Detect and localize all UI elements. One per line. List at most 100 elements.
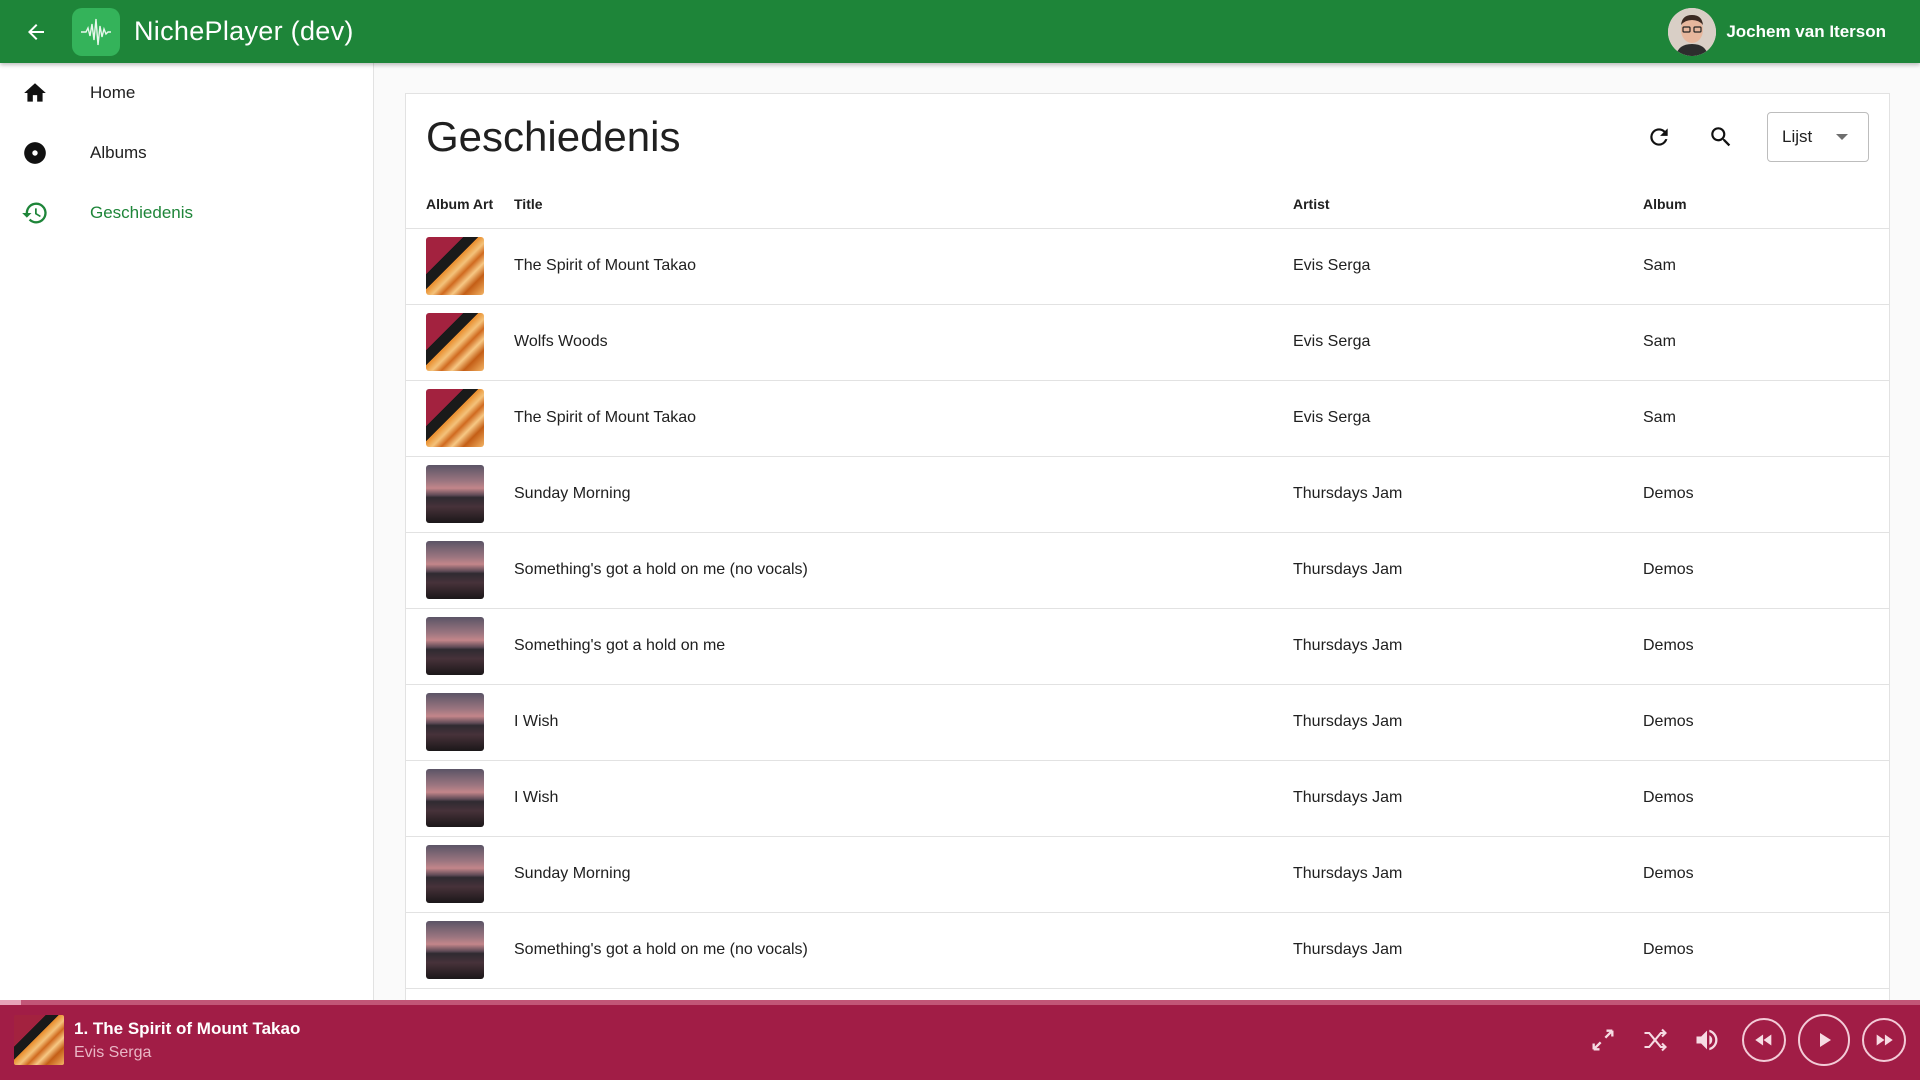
back-button[interactable] — [12, 8, 60, 56]
title-cell: I Wish — [514, 760, 1293, 837]
album-art-cell — [406, 380, 514, 457]
album-cell: Demos — [1643, 684, 1889, 761]
user-menu[interactable]: Jochem van Iterson — [1668, 7, 1886, 56]
avatar — [1668, 7, 1717, 56]
title-cell: Something's got a hold on me (no vocals) — [514, 532, 1293, 609]
app-logo — [72, 7, 120, 56]
artist-cell: Thursdays Jam — [1293, 608, 1643, 685]
play-icon — [1820, 1033, 1831, 1047]
album-cell: Sam — [1643, 304, 1889, 381]
search-button[interactable] — [1697, 113, 1745, 161]
title-cell: Something's got a hold on me (no vocals) — [514, 912, 1293, 989]
album-cell: Demos — [1643, 608, 1889, 685]
expand-icon — [1592, 1029, 1614, 1051]
album-art-thumbnail — [426, 769, 484, 827]
title-cell: I Wish — [514, 684, 1293, 761]
title-cell: Sunday Morning — [514, 456, 1293, 533]
refresh-icon — [1650, 128, 1668, 146]
album-art-cell — [406, 912, 514, 989]
volume-button[interactable] — [1684, 1017, 1730, 1063]
table-row[interactable]: I Wish Thursdays Jam Demos — [406, 684, 1889, 761]
app-title: NichePlayer (dev) — [134, 16, 354, 46]
app-bar: NichePlayer (dev) Jochem van Iterson — [0, 0, 1920, 63]
table-row[interactable]: The Spirit of Mount Takao Evis Serga Sam — [406, 228, 1889, 305]
table-row[interactable]: Something's got a hold on me (no vocals)… — [406, 532, 1889, 609]
album-art-cell — [406, 228, 514, 305]
history-card: Geschiedenis Lijst Album Art Title Artis… — [405, 93, 1890, 1003]
album-art-thumbnail — [426, 693, 484, 751]
album-cell: Sam — [1643, 228, 1889, 305]
table-row[interactable]: Sunday Morning Thursdays Jam Demos — [406, 836, 1889, 913]
album-art-thumbnail — [426, 541, 484, 599]
album-art-thumbnail — [426, 313, 484, 371]
album-art-cell — [406, 304, 514, 381]
album-art-cell — [406, 608, 514, 685]
sidebar-item-geschiedenis[interactable]: Geschiedenis — [0, 183, 373, 243]
arrow-back-icon — [28, 23, 44, 40]
album-art-thumbnail — [426, 389, 484, 447]
artist-cell: Thursdays Jam — [1293, 532, 1643, 609]
artist-cell: Thursdays Jam — [1293, 456, 1643, 533]
sidebar-item-home[interactable]: Home — [0, 63, 373, 123]
now-playing-title: 1. The Spirit of Mount Takao — [74, 1018, 301, 1038]
table-row[interactable]: The Spirit of Mount Takao Evis Serga Sam — [406, 380, 1889, 457]
history-icon — [0, 199, 70, 227]
artist-cell: Evis Serga — [1293, 304, 1643, 381]
sidebar-item-label: Geschiedenis — [90, 203, 194, 222]
table-header-row: Album Art Title Artist Album — [406, 180, 1889, 229]
rewind-icon — [1755, 1034, 1772, 1046]
waveform-icon — [81, 18, 111, 45]
sidebar-item-label: Albums — [90, 143, 147, 162]
album-art-thumbnail — [426, 237, 484, 295]
album-cell: Demos — [1643, 532, 1889, 609]
volume-icon — [1696, 1029, 1718, 1051]
search-icon — [1711, 127, 1731, 147]
table-row[interactable]: Wolfs Woods Evis Serga Sam — [406, 304, 1889, 381]
album-art-thumbnail — [426, 465, 484, 523]
album-art-cell — [406, 760, 514, 837]
shuffle-icon — [1644, 1028, 1667, 1052]
album-cell: Demos — [1643, 912, 1889, 989]
album-icon — [0, 140, 70, 166]
artist-cell: Thursdays Jam — [1293, 836, 1643, 913]
view-mode-value: Lijst — [1782, 127, 1813, 146]
view-mode-select[interactable]: Lijst — [1767, 112, 1869, 162]
album-art-cell — [406, 532, 514, 609]
chevron-down-icon — [1836, 134, 1848, 140]
fast-forward-icon — [1876, 1034, 1893, 1046]
shuffle-button[interactable] — [1632, 1017, 1678, 1063]
album-cell: Demos — [1643, 456, 1889, 533]
player-bar: 1. The Spirit of Mount Takao Evis Serga — [0, 1000, 1920, 1080]
rewind-button[interactable] — [1742, 1018, 1786, 1062]
play-button[interactable] — [1798, 1014, 1850, 1066]
album-art-cell — [406, 684, 514, 761]
artist-cell: Thursdays Jam — [1293, 684, 1643, 761]
album-cell: Sam — [1643, 380, 1889, 457]
title-cell: Sunday Morning — [514, 836, 1293, 913]
sidebar-item-albums[interactable]: Albums — [0, 123, 373, 183]
table-row[interactable]: Something's got a hold on me (no vocals)… — [406, 912, 1889, 989]
sidebar: Home Albums Geschiedenis — [0, 63, 374, 1000]
playback-progress-bar[interactable] — [0, 1000, 1920, 1005]
history-table: Album Art Title Artist Album The Spirit … — [406, 180, 1889, 989]
refresh-button[interactable] — [1635, 113, 1683, 161]
column-header-album-art: Album Art — [406, 180, 514, 229]
fast-forward-button[interactable] — [1862, 1018, 1906, 1062]
album-cell: Demos — [1643, 760, 1889, 837]
album-art-thumbnail — [426, 617, 484, 675]
card-header: Geschiedenis Lijst — [406, 94, 1889, 180]
table-row[interactable]: Something's got a hold on me Thursdays Ja… — [406, 608, 1889, 685]
table-row[interactable]: I Wish Thursdays Jam Demos — [406, 760, 1889, 837]
artist-cell: Evis Serga — [1293, 380, 1643, 457]
artist-cell: Evis Serga — [1293, 228, 1643, 305]
table-row[interactable]: Sunday Morning Thursdays Jam Demos — [406, 456, 1889, 533]
now-playing-artist: Evis Serga — [74, 1043, 152, 1061]
fullscreen-button[interactable] — [1580, 1017, 1626, 1063]
title-cell: Wolfs Woods — [514, 304, 1293, 381]
title-cell: Something's got a hold on me — [514, 608, 1293, 685]
album-art-thumbnail — [426, 845, 484, 903]
album-art-cell — [406, 836, 514, 913]
now-playing-album-art — [14, 1015, 64, 1065]
player-controls — [1574, 1014, 1906, 1066]
artist-cell: Thursdays Jam — [1293, 912, 1643, 989]
